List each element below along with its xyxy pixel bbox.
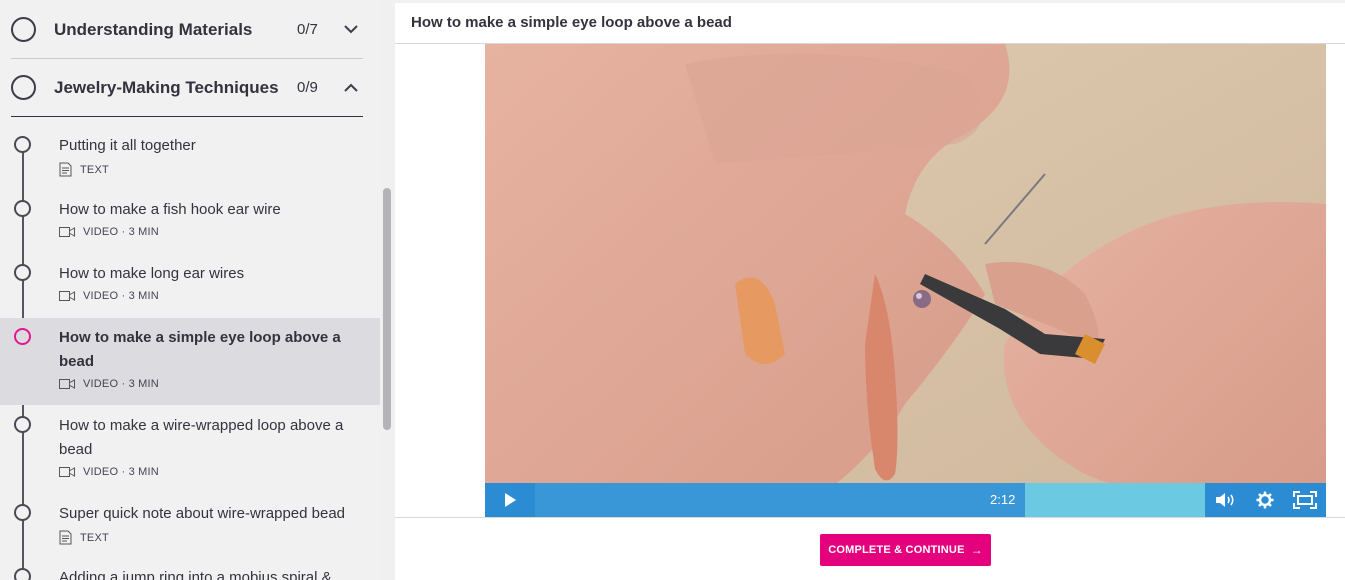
lesson-title: How to make long ear wires: [59, 265, 245, 282]
lesson-type-label: VIDEO · 3 MIN: [83, 290, 159, 302]
lesson-item[interactable]: Putting it all together TEXT: [0, 128, 380, 192]
video-timestamp: 2:12: [990, 492, 1016, 507]
lesson-title: How to make a fish hook ear wire: [59, 201, 281, 218]
lesson-item[interactable]: How to make long ear wires VIDEO · 3 MIN: [0, 256, 380, 318]
gear-icon[interactable]: [1256, 491, 1274, 509]
section-count: 0/9: [297, 79, 318, 96]
video-right-controls: [1205, 483, 1326, 517]
lesson-meta: VIDEO · 3 MIN: [59, 466, 159, 478]
lesson-type-label: VIDEO · 3 MIN: [83, 378, 159, 390]
volume-icon[interactable]: [1215, 492, 1237, 508]
lesson-title: Adding a jump ring into a mobius spiral …: [59, 569, 332, 580]
lesson-status-dot: [14, 328, 31, 345]
video-frame: [485, 44, 1326, 517]
section-title: Understanding Materials: [54, 19, 253, 39]
lesson-title: Putting it all together: [59, 137, 196, 154]
lesson-meta: TEXT: [59, 530, 109, 545]
lesson-type-label: TEXT: [80, 531, 109, 544]
lesson-title: Super quick note about wire-wrapped bead: [59, 505, 346, 522]
complete-button-label: COMPLETE & CONTINUE: [828, 544, 965, 556]
video-player[interactable]: 2:12: [485, 44, 1326, 517]
lesson-meta: VIDEO · 3 MIN: [59, 378, 159, 390]
lesson-item[interactable]: Adding a jump ring into a mobius spiral …: [0, 558, 380, 580]
lesson-heading: How to make a simple eye loop above a be…: [411, 14, 732, 31]
video-camera-icon: [59, 227, 75, 237]
lesson-item-active[interactable]: How to make a simple eye loop above a be…: [0, 318, 380, 405]
lesson-status-dot: [14, 416, 31, 433]
chevron-up-icon[interactable]: [343, 80, 359, 96]
document-icon: [59, 530, 72, 545]
video-camera-icon: [59, 379, 75, 389]
section-understanding-materials[interactable]: Understanding Materials 0/7: [11, 1, 363, 59]
section-jewelry-making-techniques[interactable]: Jewelry-Making Techniques 0/9: [11, 59, 363, 117]
video-camera-icon: [59, 467, 75, 477]
document-icon: [59, 162, 72, 177]
lesson-item[interactable]: Super quick note about wire-wrapped bead…: [0, 494, 380, 558]
sidebar-scrollbar[interactable]: [383, 188, 391, 430]
section-count: 0/7: [297, 21, 318, 38]
footer-divider: [395, 517, 1345, 518]
arrow-right-icon: →: [970, 543, 983, 557]
lesson-meta: TEXT: [59, 162, 109, 177]
lesson-status-dot: [14, 568, 31, 580]
lesson-meta: VIDEO · 3 MIN: [59, 226, 159, 238]
video-progress-remaining[interactable]: [1025, 483, 1205, 517]
video-camera-icon: [59, 291, 75, 301]
complete-and-continue-button[interactable]: COMPLETE & CONTINUE →: [820, 534, 991, 566]
play-icon: [505, 493, 516, 507]
lesson-title: How to make a simple eye loop above a be…: [59, 329, 341, 370]
lesson-status-dot: [14, 504, 31, 521]
section-progress-ring: [11, 17, 36, 42]
lesson-status-dot: [14, 200, 31, 217]
section-title: Jewelry-Making Techniques: [54, 77, 279, 97]
lesson-status-dot: [14, 264, 31, 281]
chevron-down-icon[interactable]: [343, 22, 359, 38]
lesson-title: How to make a wire-wrapped loop above a …: [59, 417, 344, 458]
video-progress-bar[interactable]: [535, 483, 1025, 517]
play-button[interactable]: [485, 483, 535, 517]
lesson-item[interactable]: How to make a fish hook ear wire VIDEO ·…: [0, 192, 380, 256]
course-sidebar: Understanding Materials 0/7 Jewelry-Maki…: [0, 0, 380, 580]
lesson-type-label: VIDEO · 3 MIN: [83, 226, 159, 238]
lesson-type-label: VIDEO · 3 MIN: [83, 466, 159, 478]
lesson-meta: VIDEO · 3 MIN: [59, 290, 159, 302]
video-controls: 2:12: [485, 483, 1326, 517]
lesson-content: How to make a simple eye loop above a be…: [395, 3, 1345, 580]
lesson-type-label: TEXT: [80, 163, 109, 176]
lesson-item[interactable]: How to make a wire-wrapped loop above a …: [0, 406, 380, 494]
lesson-header: How to make a simple eye loop above a be…: [395, 3, 1345, 44]
section-progress-ring: [11, 75, 36, 100]
fullscreen-icon[interactable]: [1292, 491, 1317, 509]
lesson-status-dot: [14, 136, 31, 153]
